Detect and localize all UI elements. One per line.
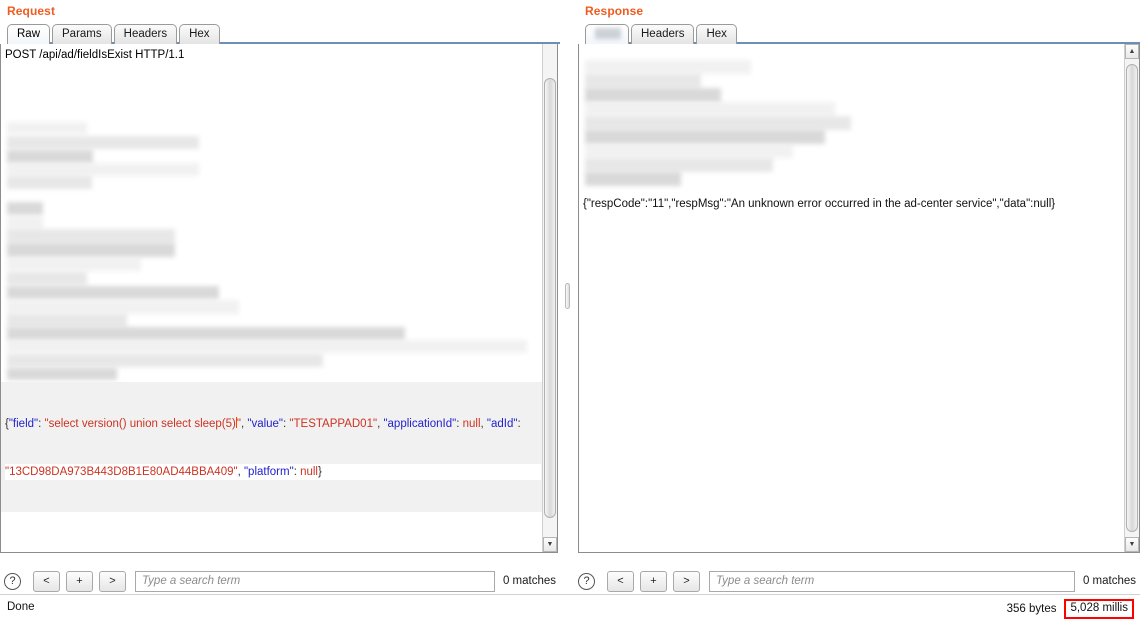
redacted-header-line: [7, 300, 239, 314]
pane-splitter[interactable]: [560, 0, 576, 590]
redacted-header-line: [7, 327, 405, 340]
request-tab-headers[interactable]: Headers: [113, 24, 178, 44]
request-search-bar: ? < + > Type a search term 0 matches: [4, 568, 558, 594]
redacted-header-line: [7, 163, 199, 176]
redacted-header-line: [585, 60, 751, 74]
response-vertical-scrollbar[interactable]: ▲ ▼: [1124, 44, 1139, 552]
request-first-line: POST /api/ad/fieldIsExist HTTP/1.1: [5, 49, 185, 61]
redacted-header-line: [7, 136, 199, 149]
request-tabstrip: Raw Params Headers Hex: [7, 22, 565, 44]
redacted-header-line: [585, 88, 721, 102]
response-tab-raw[interactable]: [585, 24, 629, 44]
redacted-header-line: [7, 122, 87, 134]
response-body-json: {"respCode":"11","respMsg":"An unknown e…: [583, 198, 1056, 210]
redacted-header-line: [7, 202, 43, 215]
redacted-header-line: [7, 216, 43, 229]
response-tab-headers[interactable]: Headers: [631, 24, 695, 44]
redacted-header-line: [585, 74, 701, 88]
request-pane: Request Raw Params Headers Hex POST /api…: [0, 0, 565, 590]
redacted-header-line: [585, 158, 773, 172]
response-title: Response: [585, 4, 644, 18]
response-search-prev-button[interactable]: <: [607, 570, 634, 592]
request-body-json[interactable]: {"field": "select version() union select…: [1, 382, 545, 512]
redacted-header-line: [585, 116, 851, 130]
request-search-input[interactable]: Type a search term: [135, 570, 495, 592]
redacted-header-line: [585, 172, 681, 186]
request-editor[interactable]: POST /api/ad/fieldIsExist HTTP/1.1 {"fie…: [0, 44, 558, 553]
redacted-header-line: [7, 272, 87, 285]
request-search-next-button[interactable]: >: [99, 570, 126, 592]
request-tab-params[interactable]: Params: [52, 24, 112, 44]
request-vertical-scrollbar[interactable]: ▼: [542, 44, 557, 552]
redacted-header-line: [7, 340, 527, 353]
response-match-count: 0 matches: [1082, 575, 1136, 587]
scroll-down-arrow-icon[interactable]: ▼: [1125, 537, 1139, 552]
redacted-header-line: [7, 176, 92, 189]
help-icon[interactable]: ?: [4, 572, 21, 590]
request-title: Request: [7, 4, 56, 18]
redacted-header-line: [585, 130, 825, 144]
request-match-count: 0 matches: [502, 575, 556, 587]
response-size-label: 356 bytes: [1006, 603, 1057, 615]
request-tab-hex[interactable]: Hex: [179, 24, 220, 44]
redacted-header-line: [7, 314, 127, 327]
burp-repeater-window: Request Raw Params Headers Hex POST /api…: [0, 0, 1140, 622]
request-tab-raw[interactable]: Raw: [7, 24, 51, 44]
redacted-header-line: [7, 354, 323, 367]
response-latency-badge: 5,028 millis: [1064, 599, 1134, 619]
help-icon[interactable]: ?: [578, 572, 595, 590]
response-search-input[interactable]: Type a search term: [709, 570, 1075, 592]
redacted-header-line: [7, 229, 175, 243]
scroll-down-arrow-icon[interactable]: ▼: [543, 537, 557, 552]
response-tab-hex[interactable]: Hex: [696, 24, 737, 44]
response-scrollbar-thumb[interactable]: [1126, 64, 1138, 532]
redacted-header-line: [585, 144, 793, 158]
request-body-line-1: {"field": "select version() union select…: [5, 417, 521, 430]
splitter-grip-handle[interactable]: [565, 283, 570, 309]
response-editor[interactable]: {"respCode":"11","respMsg":"An unknown e…: [578, 44, 1140, 553]
redacted-tab-label: [595, 28, 621, 40]
redacted-header-line: [7, 257, 141, 271]
response-search-add-button[interactable]: +: [640, 570, 667, 592]
redacted-header-line: [7, 286, 219, 299]
response-tabstrip: Headers Hex: [585, 22, 1140, 44]
request-search-prev-button[interactable]: <: [33, 570, 60, 592]
response-search-bar: ? < + > Type a search term 0 matches: [578, 568, 1138, 594]
status-metrics: 356 bytes 5,028 millis: [1007, 599, 1134, 619]
redacted-header-line: [7, 243, 175, 257]
response-search-next-button[interactable]: >: [673, 570, 700, 592]
response-pane: Response Headers Hex {"respCode":"11","r…: [578, 0, 1140, 590]
redacted-header-line: [585, 102, 835, 116]
status-message: Done: [7, 601, 35, 613]
redacted-header-line: [7, 368, 117, 380]
status-bar: Done 356 bytes 5,028 millis: [0, 594, 1140, 622]
request-search-add-button[interactable]: +: [66, 570, 93, 592]
request-scrollbar-thumb[interactable]: [544, 78, 556, 518]
request-body-line-2: "13CD98DA973B443D8B1E80AD44BBA409", "pla…: [5, 464, 541, 480]
scroll-up-arrow-icon[interactable]: ▲: [1125, 44, 1139, 59]
redacted-header-line: [7, 150, 93, 163]
